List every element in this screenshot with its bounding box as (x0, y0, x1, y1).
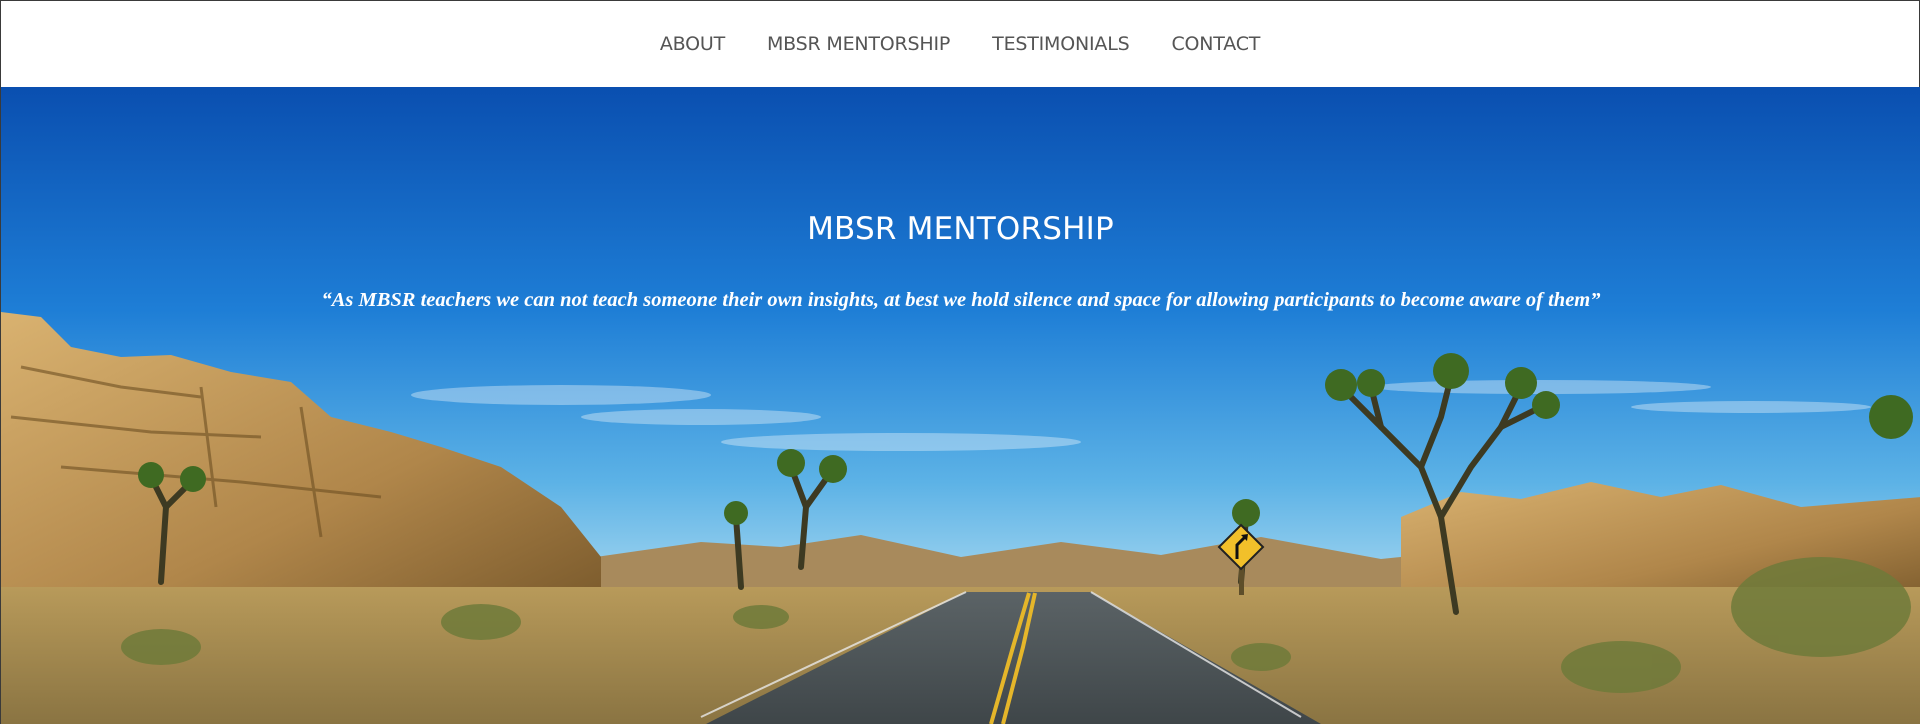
hero-title: MBSR MENTORSHIP (807, 211, 1114, 247)
top-navbar: ABOUT MBSR MENTORSHIP TESTIMONIALS CONTA… (0, 0, 1920, 87)
nav-menu: ABOUT MBSR MENTORSHIP TESTIMONIALS CONTA… (639, 33, 1281, 55)
nav-about-link[interactable]: ABOUT (639, 33, 746, 55)
nav-contact-link[interactable]: CONTACT (1150, 33, 1281, 55)
desert-road-hero-image (1, 87, 1920, 724)
hero-banner: MBSR MENTORSHIP “As MBSR teachers we can… (0, 87, 1920, 724)
nav-testimonials-link[interactable]: TESTIMONIALS (971, 33, 1150, 55)
page: ABOUT MBSR MENTORSHIP TESTIMONIALS CONTA… (0, 0, 1920, 724)
nav-mbsr-mentorship-link[interactable]: MBSR MENTORSHIP (746, 33, 971, 55)
hero-quote: “As MBSR teachers we can not teach someo… (321, 289, 1601, 311)
